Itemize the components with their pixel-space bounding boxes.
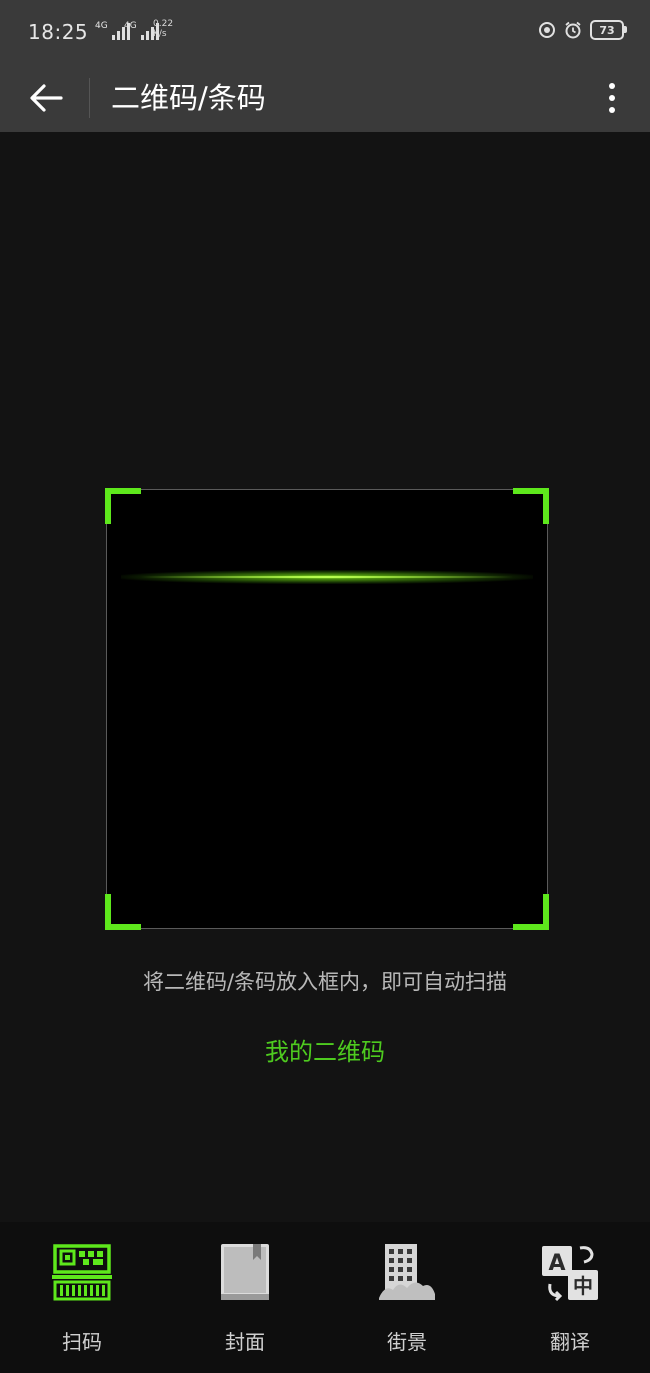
title-divider bbox=[89, 78, 90, 118]
more-dot-icon bbox=[609, 83, 615, 89]
svg-text:中: 中 bbox=[573, 1274, 593, 1298]
signal-2-label: 4G bbox=[124, 21, 137, 31]
tab-translate-label: 翻译 bbox=[550, 1330, 590, 1354]
back-button[interactable] bbox=[22, 74, 70, 122]
title-bar: 二维码/条码 bbox=[0, 64, 650, 132]
frame-corner-bottom-right bbox=[513, 894, 549, 930]
tab-translate[interactable]: A 中 翻译 bbox=[510, 1240, 630, 1358]
more-dot-icon bbox=[609, 107, 615, 113]
scan-screen: 18:25 4G 4G 0.22 K/s 73 二维码/条码 将二维码/条码放入… bbox=[0, 0, 650, 1373]
scan-hint: 将二维码/条码放入框内，即可自动扫描 bbox=[142, 970, 508, 994]
status-bar: 18:25 4G 4G 0.22 K/s 73 bbox=[0, 0, 650, 64]
more-options-button[interactable] bbox=[598, 74, 626, 122]
frame-corner-top-left bbox=[105, 488, 141, 524]
page-title: 二维码/条码 bbox=[111, 81, 266, 115]
signal-1-label: 4G bbox=[95, 21, 108, 31]
alarm-icon bbox=[564, 21, 582, 39]
tab-street-view[interactable]: 街景 bbox=[347, 1240, 467, 1358]
street-view-icon bbox=[379, 1244, 435, 1300]
battery-icon: 73 bbox=[590, 20, 627, 40]
net-speed-unit: K/s bbox=[153, 29, 167, 39]
translate-icon: A 中 bbox=[542, 1246, 598, 1302]
status-time: 18:25 bbox=[28, 20, 89, 44]
scan-frame bbox=[105, 488, 549, 930]
tab-street-view-label: 街景 bbox=[387, 1330, 427, 1354]
status-right: 73 bbox=[538, 20, 627, 40]
my-qr-code-link[interactable]: 我的二维码 bbox=[0, 1032, 650, 1067]
frame-corner-top-right bbox=[513, 488, 549, 524]
book-cover-icon bbox=[221, 1244, 269, 1300]
back-arrow-icon bbox=[30, 84, 63, 112]
bottom-tab-bar: 扫码 封面 街景 A 中 翻译 bbox=[0, 1222, 650, 1373]
frame-corner-bottom-left bbox=[105, 894, 141, 930]
tab-scan-label: 扫码 bbox=[62, 1330, 102, 1354]
tab-cover-label: 封面 bbox=[225, 1330, 265, 1354]
qr-scan-icon bbox=[52, 1244, 112, 1301]
tab-scan[interactable]: 扫码 bbox=[22, 1240, 142, 1358]
net-speed: 0.22 K/s bbox=[153, 19, 173, 39]
scan-line bbox=[121, 570, 533, 584]
tab-cover[interactable]: 封面 bbox=[185, 1240, 305, 1358]
net-speed-value: 0.22 bbox=[153, 19, 174, 29]
sync-icon bbox=[538, 21, 556, 39]
svg-text:A: A bbox=[548, 1251, 565, 1276]
battery-level: 73 bbox=[599, 23, 615, 37]
more-dot-icon bbox=[609, 95, 615, 101]
